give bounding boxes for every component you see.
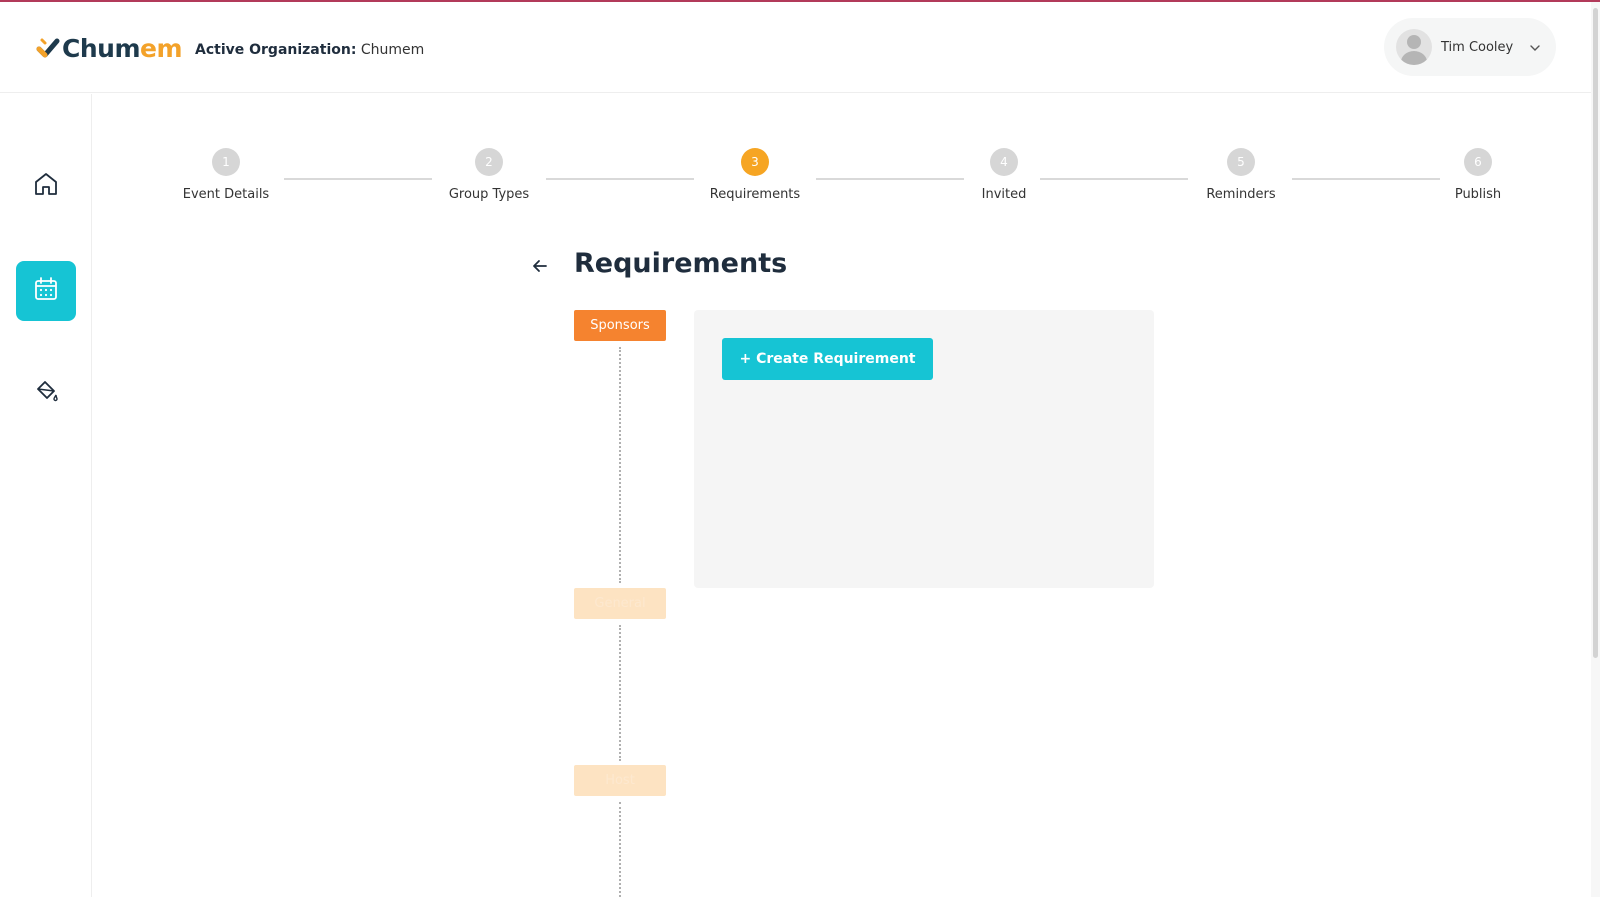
arrow-left-icon[interactable]: [530, 256, 550, 276]
step-event-details[interactable]: 1 Event Details: [161, 148, 291, 202]
requirements-panel: + Create Requirement: [694, 310, 1154, 588]
paint-bucket-icon: [32, 376, 60, 408]
step-number: 6: [1464, 148, 1492, 176]
step-requirements[interactable]: 3 Requirements: [690, 148, 820, 202]
step-reminders[interactable]: 5 Reminders: [1176, 148, 1306, 202]
step-publish[interactable]: 6 Publish: [1413, 148, 1543, 202]
step-number: 2: [475, 148, 503, 176]
step-label: Group Types: [448, 187, 530, 202]
step-invited[interactable]: 4 Invited: [939, 148, 1069, 202]
sidebar-item-home[interactable]: [16, 156, 76, 216]
progress-stepper: 1 Event Details 2 Group Types 3 Requirem…: [150, 148, 1530, 218]
step-number: 3: [741, 148, 769, 176]
step-number: 5: [1227, 148, 1255, 176]
org-name: Chumem: [360, 42, 425, 58]
timeline-connector: [619, 802, 621, 897]
step-connector: [546, 178, 694, 180]
timeline-tag-host[interactable]: Host: [574, 765, 666, 796]
page-title: Requirements: [574, 248, 788, 279]
sidebar-item-events[interactable]: [16, 261, 76, 321]
user-avatar-icon: [1396, 29, 1432, 65]
timeline-tag-general[interactable]: General: [574, 588, 666, 619]
timeline-connector: [619, 625, 621, 761]
logo-text-part1: Chum: [62, 33, 141, 63]
logo-text: Chumem: [62, 33, 183, 63]
step-number: 4: [990, 148, 1018, 176]
app-header: Chumem Active Organization: Chumem Tim C…: [0, 2, 1600, 93]
create-requirement-button[interactable]: + Create Requirement: [722, 338, 933, 380]
sidebar: [0, 94, 92, 897]
active-organization: Active Organization: Chumem: [195, 42, 424, 58]
app-logo[interactable]: Chumem: [36, 32, 183, 64]
timeline-connector: [619, 347, 621, 583]
step-label: Requirements: [709, 187, 801, 202]
chevron-down-icon[interactable]: [1528, 40, 1542, 54]
timeline-tag-sponsors[interactable]: Sponsors: [574, 310, 666, 341]
org-label: Active Organization:: [195, 42, 357, 58]
home-icon: [32, 170, 60, 202]
step-group-types[interactable]: 2 Group Types: [424, 148, 554, 202]
step-number: 1: [212, 148, 240, 176]
sidebar-item-branding[interactable]: [16, 362, 76, 422]
user-name: Tim Cooley: [1441, 39, 1514, 55]
step-connector: [284, 178, 432, 180]
step-label: Publish: [1454, 187, 1502, 202]
scrollbar-thumb[interactable]: [1593, 8, 1598, 658]
user-menu[interactable]: Tim Cooley: [1384, 18, 1556, 76]
logo-check-icon: [36, 36, 60, 60]
page-scrollbar[interactable]: [1591, 2, 1600, 897]
step-label: Event Details: [182, 187, 270, 202]
step-label: Reminders: [1206, 187, 1276, 202]
calendar-icon: [32, 275, 60, 307]
step-label: Invited: [981, 187, 1027, 202]
logo-text-part2: em: [140, 33, 183, 63]
